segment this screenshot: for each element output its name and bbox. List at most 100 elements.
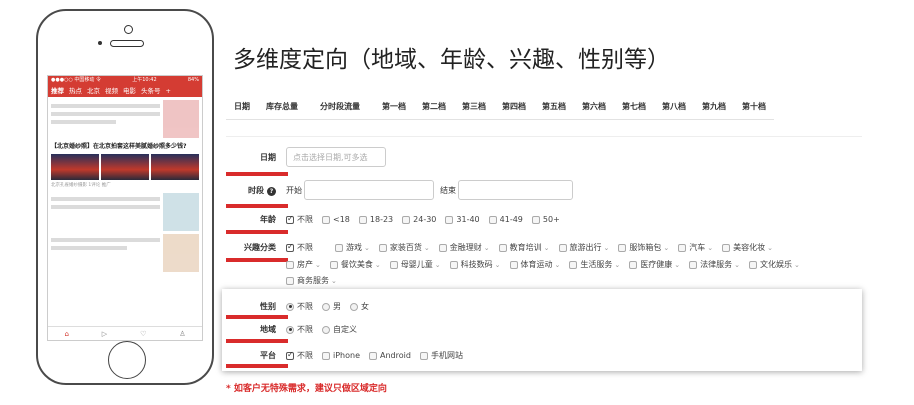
end-label: 结束 bbox=[440, 185, 456, 195]
label-underline bbox=[226, 230, 288, 234]
chevron-down-icon: ⌄ bbox=[364, 244, 370, 252]
video-tab-icon[interactable]: ▷ bbox=[102, 330, 107, 338]
interest-option-any[interactable]: 不限 bbox=[286, 242, 313, 253]
interest-option[interactable]: 服饰箱包 ⌄ bbox=[618, 242, 669, 253]
checkbox-icon bbox=[488, 215, 497, 224]
column-header: 分时段流量 bbox=[306, 95, 374, 120]
region-option-custom[interactable]: 自定义 bbox=[322, 324, 357, 335]
region-option-any[interactable]: 不限 bbox=[286, 324, 313, 335]
list-item bbox=[51, 234, 199, 272]
age-option[interactable]: 41-49 bbox=[488, 215, 523, 224]
radio-icon bbox=[322, 325, 330, 334]
interest-option[interactable]: 商务服务 ⌄ bbox=[286, 275, 337, 286]
chevron-down-icon: ⌄ bbox=[423, 244, 430, 252]
age-option[interactable]: 31-40 bbox=[445, 215, 480, 224]
phone-status-bar: ●●●○○ 中国移动 令 上午10:42 84% bbox=[48, 76, 202, 85]
interest-option[interactable]: 文化娱乐 ⌄ bbox=[749, 259, 800, 270]
interest-option[interactable]: 美容化妆 ⌄ bbox=[722, 242, 773, 253]
help-icon[interactable]: ? bbox=[267, 186, 276, 196]
interest-option[interactable]: 母婴儿童 ⌄ bbox=[389, 259, 441, 270]
checkbox-icon bbox=[369, 351, 378, 360]
period-row: 时段? 开始 结束 bbox=[226, 180, 573, 200]
chevron-down-icon: ⌄ bbox=[543, 244, 550, 252]
date-picker-input[interactable]: 点击选择日期,可多选 bbox=[286, 147, 386, 167]
interest-option[interactable]: 游戏 ⌄ bbox=[335, 242, 370, 253]
sensor-dot bbox=[98, 41, 102, 45]
interest-option[interactable]: 生活服务 ⌄ bbox=[569, 259, 620, 270]
checkbox-icon bbox=[531, 215, 540, 224]
platform-option-iphone[interactable]: iPhone bbox=[322, 351, 360, 360]
nav-item[interactable]: 热点 bbox=[69, 85, 82, 97]
interest-option[interactable]: 家装百货 ⌄ bbox=[378, 242, 430, 253]
checkbox-icon bbox=[498, 243, 507, 252]
column-header: 第八档 bbox=[654, 95, 694, 120]
label-underline bbox=[226, 364, 288, 368]
interest-option[interactable]: 科技数码 ⌄ bbox=[449, 259, 501, 270]
interest-option[interactable]: 餐饮美食 ⌄ bbox=[329, 259, 381, 270]
nav-item[interactable]: 推荐 bbox=[51, 85, 64, 97]
age-option[interactable]: 24-30 bbox=[402, 215, 436, 224]
checkbox-icon bbox=[449, 260, 458, 269]
nav-item[interactable]: 头条号 bbox=[141, 85, 161, 97]
platform-row: 平台 不限 iPhone Android 手机网站 bbox=[226, 350, 472, 361]
age-option-any[interactable]: 不限 bbox=[286, 214, 313, 225]
platform-option-any[interactable]: 不限 bbox=[286, 350, 313, 361]
interest-option[interactable]: 汽车 ⌄ bbox=[678, 242, 713, 253]
chevron-down-icon: ⌄ bbox=[374, 261, 381, 269]
checkbox-icon bbox=[618, 243, 627, 252]
label-underline bbox=[226, 258, 288, 262]
interest-option[interactable]: 房产 ⌄ bbox=[286, 259, 321, 270]
checkbox-icon bbox=[722, 243, 731, 252]
gender-option-any[interactable]: 不限 bbox=[286, 301, 313, 312]
interest-row-2: 房产 ⌄ 餐饮美食 ⌄ 母婴儿童 ⌄ 科技数码 ⌄ 体育运动 ⌄ 生活服务 ⌄ 医疗健康 ⌄ … bbox=[286, 259, 809, 270]
carrier-text: ●●●○○ 中国移动 令 bbox=[51, 77, 101, 83]
profile-tab-icon[interactable]: ♙ bbox=[179, 330, 185, 338]
speaker-icon bbox=[110, 40, 144, 47]
age-option[interactable]: 18-23 bbox=[358, 215, 393, 224]
recommendation-note: * 如客户无特殊需求，建议只做区域定向 bbox=[226, 384, 387, 394]
checkbox-icon bbox=[419, 351, 428, 360]
gender-option-female[interactable]: 女 bbox=[350, 301, 369, 312]
home-tab-icon[interactable]: ⌂ bbox=[64, 330, 68, 338]
news-pictures bbox=[51, 154, 199, 180]
interest-option[interactable]: 法律服务 ⌄ bbox=[689, 259, 740, 270]
interest-option[interactable]: 旅游出行 ⌄ bbox=[558, 242, 609, 253]
interest-option[interactable]: 医疗健康 ⌄ bbox=[629, 259, 680, 270]
radio-icon bbox=[322, 302, 330, 311]
ad-list-item[interactable]: 【北京婚纱照】在北京拍套这样美腻婚纱照多少钱? 北京孔雀婚纱摄影 1评论 推广 bbox=[48, 141, 202, 190]
nav-item[interactable]: + bbox=[166, 85, 171, 97]
home-button[interactable] bbox=[108, 341, 146, 379]
phone-mockup: ●●●○○ 中国移动 令 上午10:42 84% 推荐 热点 北京 视频 电影 … bbox=[36, 9, 214, 385]
checkbox-icon bbox=[286, 260, 294, 269]
checkbox-icon bbox=[438, 243, 447, 252]
checkbox-icon bbox=[558, 243, 567, 252]
nav-item[interactable]: 电影 bbox=[123, 85, 136, 97]
checkbox-icon bbox=[378, 243, 387, 252]
follow-tab-icon[interactable]: ♡ bbox=[140, 330, 146, 338]
nav-item[interactable]: 视频 bbox=[105, 85, 118, 97]
column-header-table: 日期 库存总量 分时段流量 第一档 第二档 第三档 第四档 第五档 第六档 第七… bbox=[226, 95, 774, 120]
platform-option-android[interactable]: Android bbox=[369, 351, 411, 360]
end-time-input[interactable] bbox=[458, 180, 573, 200]
age-option[interactable]: 50+ bbox=[531, 215, 560, 224]
checkbox-icon bbox=[322, 351, 330, 360]
checkbox-icon bbox=[322, 215, 330, 224]
column-header: 日期 bbox=[226, 95, 258, 120]
interest-option[interactable]: 金融理财 ⌄ bbox=[438, 242, 490, 253]
chevron-down-icon: ⌄ bbox=[331, 277, 337, 285]
checkbox-icon bbox=[335, 243, 343, 252]
gender-option-male[interactable]: 男 bbox=[322, 301, 341, 312]
interest-option[interactable]: 教育培训 ⌄ bbox=[498, 242, 550, 253]
interest-option[interactable]: 体育运动 ⌄ bbox=[509, 259, 560, 270]
age-option[interactable]: <18 bbox=[322, 215, 350, 224]
phone-tab-bar: ⌂ ▷ ♡ ♙ bbox=[48, 326, 202, 340]
time-text: 上午10:42 bbox=[132, 77, 157, 83]
checkbox-icon bbox=[749, 260, 757, 269]
date-label: 日期 bbox=[260, 152, 276, 162]
nav-item[interactable]: 北京 bbox=[87, 85, 100, 97]
column-header: 第七档 bbox=[614, 95, 654, 120]
start-time-input[interactable] bbox=[304, 180, 434, 200]
platform-option-mobile-web[interactable]: 手机网站 bbox=[419, 350, 463, 361]
column-header: 第四档 bbox=[494, 95, 534, 120]
checkbox-icon bbox=[445, 215, 454, 224]
